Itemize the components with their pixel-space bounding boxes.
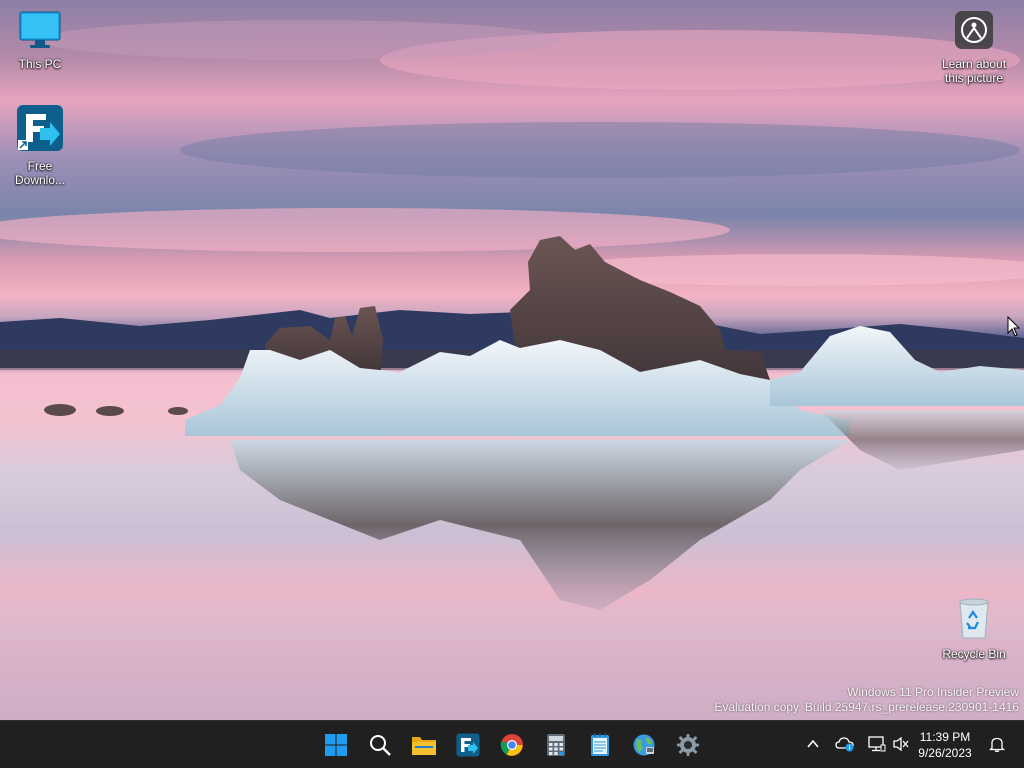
gear-icon bbox=[677, 734, 699, 756]
notepad-icon bbox=[591, 733, 609, 756]
mouse-pointer-icon bbox=[1007, 316, 1021, 337]
search-icon bbox=[370, 735, 391, 756]
onedrive-icon bbox=[835, 737, 854, 752]
chrome-button[interactable] bbox=[493, 726, 531, 764]
file-explorer-button[interactable] bbox=[405, 726, 443, 764]
folder-icon bbox=[412, 737, 436, 755]
volume-muted-icon bbox=[893, 736, 909, 752]
watermark-line-2: Evaluation copy. Build 25947.rs_prerelea… bbox=[714, 700, 1019, 714]
calculator-icon bbox=[547, 734, 565, 756]
desktop-icon-label: Free Downlo... bbox=[14, 159, 66, 187]
windows-watermark: Windows 11 Pro Insider Preview Evaluatio… bbox=[714, 685, 1019, 715]
free-download-manager-button[interactable] bbox=[449, 726, 487, 764]
chevron-up-icon bbox=[807, 739, 819, 748]
search-button[interactable] bbox=[361, 726, 399, 764]
taskbar: 11:39 PM 9/26/2023 bbox=[0, 720, 1024, 768]
network-globe-button[interactable] bbox=[625, 726, 663, 764]
desktop-icon-label: Recycle Bin bbox=[942, 647, 1006, 661]
monitor-icon bbox=[19, 11, 61, 48]
globe-icon bbox=[633, 734, 655, 756]
calculator-button[interactable] bbox=[537, 726, 575, 764]
onedrive-button[interactable] bbox=[834, 733, 856, 755]
fdm-icon bbox=[456, 733, 480, 757]
watermark-line-1: Windows 11 Pro Insider Preview bbox=[847, 685, 1019, 699]
desktop-icon-label: This PC bbox=[18, 57, 62, 71]
desktop-icon-label: Learn about this picture bbox=[941, 57, 1007, 85]
chrome-icon bbox=[500, 734, 523, 756]
windows-logo-icon bbox=[325, 734, 347, 756]
notification-bell-icon bbox=[989, 737, 1005, 752]
clock-date: 9/26/2023 bbox=[918, 746, 972, 760]
desktop-icon-learn-about-picture[interactable]: Learn about this picture bbox=[934, 10, 1014, 85]
fdm-icon bbox=[17, 105, 63, 151]
show-hidden-icons-button[interactable] bbox=[802, 733, 824, 755]
clock-time: 11:39 PM bbox=[919, 730, 971, 744]
recycle-bin-icon bbox=[959, 598, 989, 639]
network-icon bbox=[868, 736, 886, 752]
desktop-icon-this-pc[interactable]: This PC bbox=[0, 10, 80, 71]
settings-button[interactable] bbox=[669, 726, 707, 764]
desktop-icon-free-download-manager[interactable]: Free Downlo... bbox=[0, 104, 80, 187]
wallpaper bbox=[0, 20, 1024, 720]
desktop[interactable]: This PC Free Downlo... Learn about this … bbox=[0, 0, 1024, 720]
network-button[interactable] bbox=[866, 733, 888, 755]
learn-about-picture-icon bbox=[955, 11, 993, 49]
notifications-button[interactable] bbox=[986, 733, 1008, 755]
start-button[interactable] bbox=[317, 726, 355, 764]
volume-button[interactable] bbox=[890, 733, 912, 755]
clock[interactable]: 11:39 PM 9/26/2023 bbox=[910, 729, 980, 761]
notepad-button[interactable] bbox=[581, 726, 619, 764]
desktop-icon-recycle-bin[interactable]: Recycle Bin bbox=[934, 596, 1014, 661]
